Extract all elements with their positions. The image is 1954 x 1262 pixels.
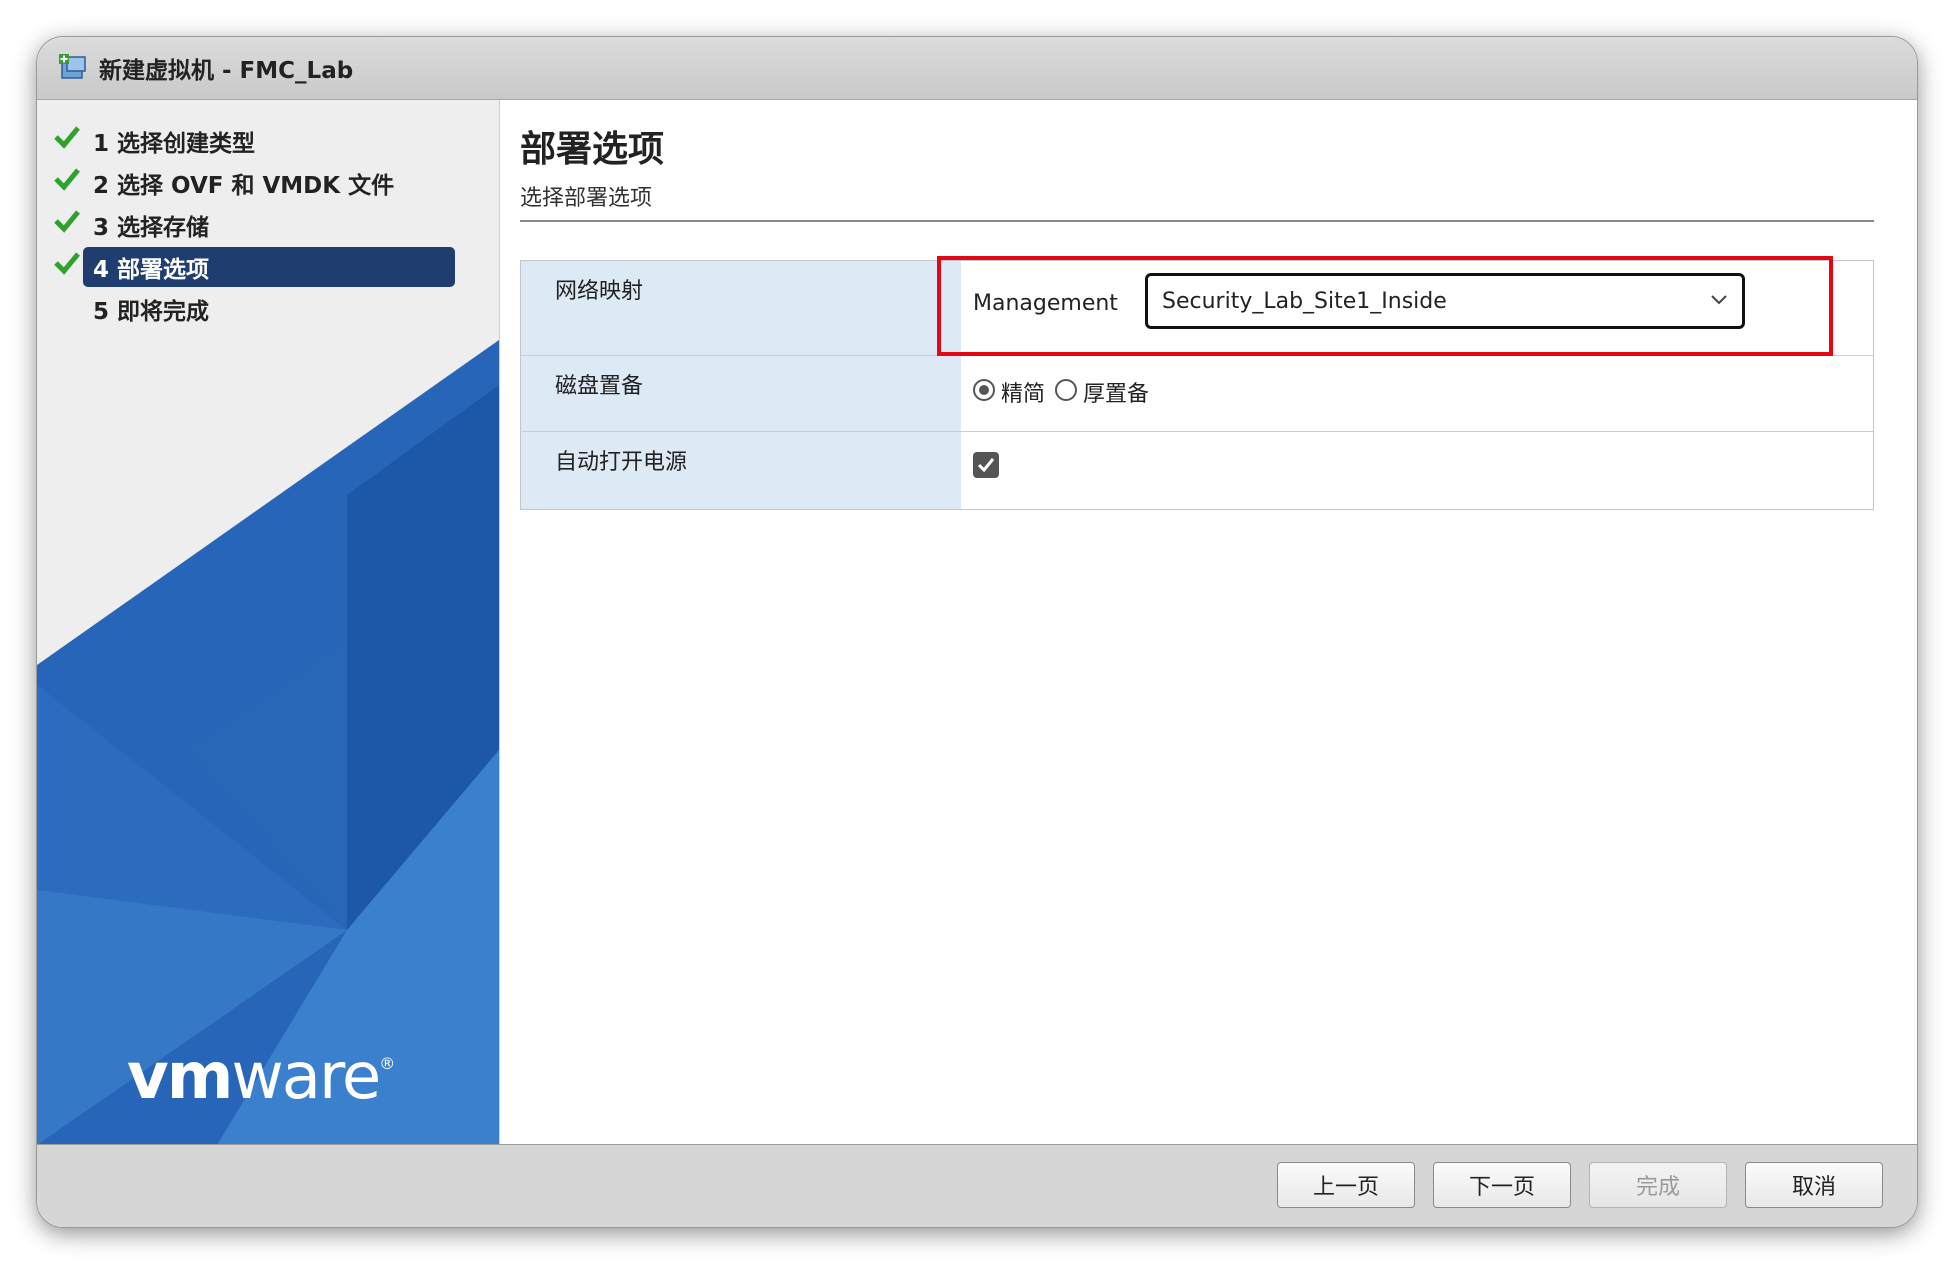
back-button[interactable]: 上一页 bbox=[1277, 1162, 1415, 1208]
wizard-step-label: 3 选择存储 bbox=[93, 215, 210, 241]
wizard-step-3[interactable]: 3 选择存储 bbox=[37, 202, 499, 244]
cancel-button[interactable]: 取消 bbox=[1745, 1162, 1883, 1208]
wizard-step-label: 4 部署选项 bbox=[83, 247, 455, 287]
red-highlight-box bbox=[937, 256, 1833, 356]
thick-provision-label[interactable]: 厚置备 bbox=[1083, 376, 1149, 408]
check-icon bbox=[54, 126, 80, 149]
thin-provision-label[interactable]: 精简 bbox=[1001, 376, 1045, 408]
checkmark-icon bbox=[977, 458, 995, 473]
new-vm-icon bbox=[59, 54, 86, 79]
wizard-footer: 上一页 下一页 完成 取消 bbox=[37, 1144, 1917, 1227]
wizard-step-label: 5 即将完成 bbox=[93, 299, 210, 325]
next-button[interactable]: 下一页 bbox=[1433, 1162, 1571, 1208]
check-icon bbox=[54, 168, 80, 191]
option-row-power-on: 自动打开电源 bbox=[521, 431, 1873, 509]
option-label: 自动打开电源 bbox=[521, 432, 961, 509]
disk-provisioning-radio-group: 精简 厚置备 bbox=[973, 374, 1159, 408]
wizard-sidebar: 1 选择创建类型 2 选择 OVF 和 VMDK 文件 3 选择存储 4 部署选… bbox=[37, 100, 500, 1145]
title-divider bbox=[520, 220, 1874, 222]
power-on-checkbox[interactable] bbox=[973, 452, 999, 478]
check-icon bbox=[54, 210, 80, 233]
option-row-disk-provisioning: 磁盘置备 精简 厚置备 bbox=[521, 355, 1873, 431]
vmware-logo: vmware® bbox=[127, 1040, 396, 1114]
check-icon bbox=[54, 252, 80, 275]
thin-provision-radio[interactable] bbox=[973, 379, 995, 401]
finish-button[interactable]: 完成 bbox=[1589, 1162, 1727, 1208]
option-label: 网络映射 bbox=[521, 261, 961, 355]
window-title: 新建虚拟机 - FMC_Lab bbox=[99, 58, 354, 84]
title-bar: 新建虚拟机 - FMC_Lab bbox=[37, 37, 1917, 100]
option-value bbox=[961, 432, 1873, 509]
wizard-step-1[interactable]: 1 选择创建类型 bbox=[37, 118, 499, 160]
new-vm-wizard-window: 新建虚拟机 - FMC_Lab 1 选择创建类型 2 选择 OVF 和 VMDK bbox=[37, 37, 1917, 1227]
page-title: 部署选项 bbox=[520, 129, 665, 170]
wizard-step-5[interactable]: 5 即将完成 bbox=[37, 286, 499, 328]
wizard-step-2[interactable]: 2 选择 OVF 和 VMDK 文件 bbox=[37, 160, 499, 202]
option-label: 磁盘置备 bbox=[521, 356, 961, 431]
wizard-step-label: 1 选择创建类型 bbox=[93, 131, 256, 157]
wizard-steps: 1 选择创建类型 2 选择 OVF 和 VMDK 文件 3 选择存储 4 部署选… bbox=[37, 118, 499, 328]
option-value: 精简 厚置备 bbox=[961, 356, 1873, 431]
thick-provision-radio[interactable] bbox=[1055, 379, 1078, 401]
wizard-step-4-active[interactable]: 4 部署选项 bbox=[37, 244, 499, 287]
page-subtitle: 选择部署选项 bbox=[520, 186, 653, 211]
wizard-step-label: 2 选择 OVF 和 VMDK 文件 bbox=[93, 173, 395, 199]
